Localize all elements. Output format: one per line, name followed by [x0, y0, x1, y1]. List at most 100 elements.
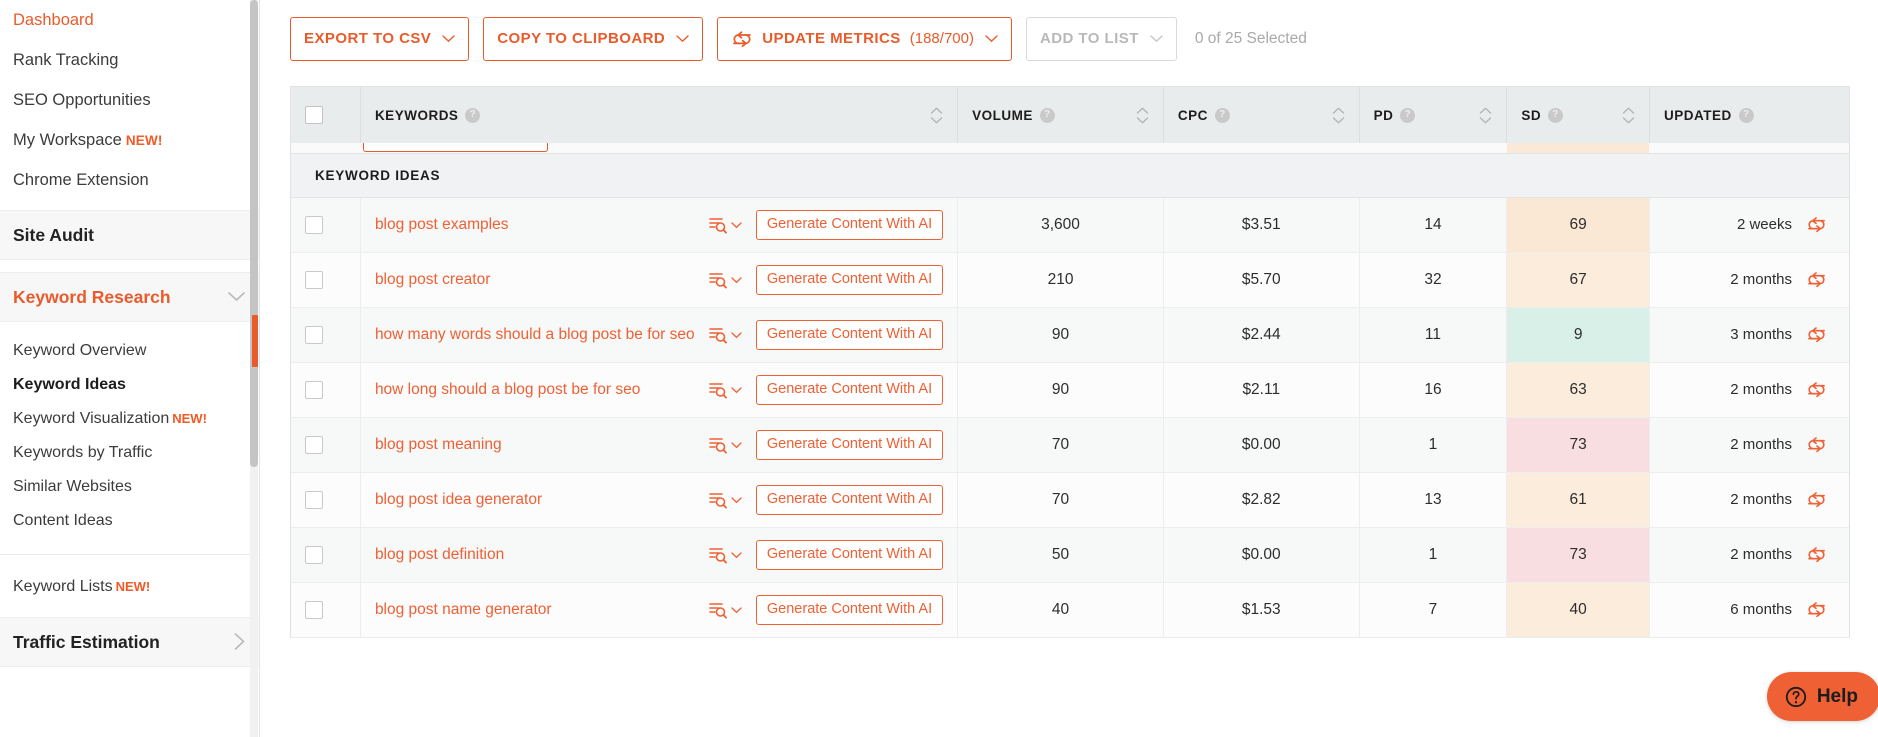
table-row[interactable]: blog post idea generator Generate Conten… — [291, 472, 1849, 528]
serp-analysis-icon[interactable] — [708, 271, 742, 289]
updated-text: 2 months — [1730, 381, 1792, 398]
serp-analysis-icon[interactable] — [708, 436, 742, 454]
column-header-sd[interactable]: SD ? — [1506, 87, 1650, 143]
generate-content-button[interactable] — [363, 143, 549, 152]
refresh-icon[interactable] — [1806, 490, 1827, 509]
copy-to-clipboard-button[interactable]: COPY TO CLIPBOARD — [483, 16, 704, 61]
keyword-link[interactable]: blog post idea generator — [375, 490, 708, 509]
column-label: CPC — [1177, 107, 1208, 123]
sort-toggle[interactable] — [1622, 107, 1635, 124]
chevron-down-icon — [228, 291, 245, 304]
generate-content-button[interactable]: Generate Content With AI — [755, 594, 944, 625]
help-icon[interactable]: ? — [1738, 107, 1754, 123]
table-row[interactable]: blog post meaning Generate Content With … — [291, 417, 1849, 473]
sidebar-item-keyword-lists[interactable]: Keyword Lists NEW! — [0, 569, 259, 605]
pd-cell: 1 — [1359, 527, 1508, 583]
updated-cell: 2 months — [1649, 472, 1849, 528]
help-icon[interactable]: ? — [465, 107, 481, 123]
table-row[interactable]: blog post name generator Generate Conten… — [291, 582, 1849, 638]
keyword-link[interactable]: how many words should a blog post be for… — [375, 325, 708, 344]
table-row[interactable]: how long should a blog post be for seo G… — [291, 362, 1849, 418]
sidebar-item-my-workspace[interactable]: My Workspace NEW! — [0, 120, 259, 160]
help-icon[interactable]: ? — [1400, 107, 1416, 123]
export-to-csv-button[interactable]: EXPORT TO CSV — [290, 16, 470, 61]
serp-analysis-icon[interactable] — [708, 216, 742, 234]
generate-content-button[interactable]: Generate Content With AI — [755, 264, 944, 295]
column-header-keywords[interactable]: KEYWORDS ? — [360, 87, 959, 143]
row-checkbox[interactable] — [305, 215, 323, 234]
column-header-updated[interactable]: UPDATED ? — [1649, 87, 1849, 143]
add-to-list-button[interactable]: ADD TO LIST — [1025, 16, 1177, 61]
row-checkbox[interactable] — [305, 325, 323, 344]
keyword-link[interactable]: blog post creator — [375, 270, 708, 289]
help-icon[interactable]: ? — [1548, 107, 1564, 123]
serp-analysis-icon[interactable] — [708, 601, 742, 619]
sidebar-section-site-audit[interactable]: Site Audit — [0, 210, 259, 260]
sidebar-item-chrome-extension[interactable]: Chrome Extension — [0, 160, 259, 200]
sidebar-item-rank-tracking[interactable]: Rank Tracking — [0, 40, 259, 80]
table-row[interactable]: how many words should a blog post be for… — [291, 307, 1849, 363]
sidebar-section-traffic-estimation[interactable]: Traffic Estimation — [0, 617, 259, 667]
sidebar-item-similar-websites[interactable]: Similar Websites — [0, 470, 259, 504]
row-checkbox[interactable] — [305, 545, 323, 564]
help-icon[interactable]: ? — [1039, 107, 1055, 123]
sort-toggle[interactable] — [930, 107, 943, 124]
refresh-icon[interactable] — [1806, 325, 1827, 344]
refresh-icon[interactable] — [1806, 215, 1827, 234]
sidebar-item-keywords-by-traffic[interactable]: Keywords by Traffic — [0, 436, 259, 470]
serp-analysis-icon[interactable] — [708, 546, 742, 564]
generate-content-button[interactable]: Generate Content With AI — [755, 539, 944, 570]
pd-cell: 16 — [1359, 362, 1508, 418]
sidebar-item-keyword-visualization[interactable]: Keyword Visualization NEW! — [0, 402, 259, 436]
select-all-checkbox[interactable] — [305, 106, 323, 124]
keyword-link[interactable]: blog post name generator — [375, 600, 708, 619]
keyword-link[interactable]: blog post examples — [375, 215, 708, 234]
sidebar-item-keyword-overview[interactable]: Keyword Overview — [0, 334, 259, 368]
generate-content-button[interactable]: Generate Content With AI — [755, 429, 944, 460]
column-header-volume[interactable]: VOLUME ? — [957, 87, 1164, 143]
sidebar-item-content-ideas[interactable]: Content Ideas — [0, 504, 259, 538]
serp-analysis-icon[interactable] — [708, 491, 742, 509]
sidebar-item-keyword-ideas[interactable]: Keyword Ideas — [0, 368, 259, 402]
keyword-link[interactable]: blog post definition — [375, 545, 708, 564]
table-row[interactable]: blog post definition Generate Content Wi… — [291, 527, 1849, 583]
help-button[interactable]: Help — [1766, 672, 1878, 721]
refresh-icon[interactable] — [1806, 545, 1827, 564]
row-checkbox[interactable] — [305, 490, 323, 509]
refresh-icon[interactable] — [1806, 600, 1827, 619]
column-label: SD — [1521, 107, 1542, 123]
sidebar-section-keyword-research[interactable]: Keyword Research — [0, 272, 259, 322]
new-badge: NEW! — [115, 579, 151, 594]
table-row[interactable]: blog post examples Generate Content With… — [291, 197, 1849, 253]
row-checkbox[interactable] — [305, 380, 323, 399]
keyword-link[interactable]: how long should a blog post be for seo — [375, 380, 708, 399]
refresh-icon[interactable] — [1806, 270, 1827, 289]
column-header-cpc[interactable]: CPC ? — [1163, 87, 1360, 143]
row-checkbox[interactable] — [305, 270, 323, 289]
help-icon[interactable]: ? — [1214, 107, 1230, 123]
update-metrics-button[interactable]: UPDATE METRICS (188/700) — [717, 16, 1012, 61]
row-checkbox[interactable] — [305, 600, 323, 619]
column-header-pd[interactable]: PD ? — [1359, 87, 1508, 143]
generate-content-button[interactable]: Generate Content With AI — [755, 319, 944, 350]
serp-analysis-icon[interactable] — [708, 381, 742, 399]
generate-content-button[interactable]: Generate Content With AI — [755, 374, 944, 405]
sidebar-item-dashboard[interactable]: Dashboard — [0, 0, 259, 40]
refresh-icon[interactable] — [1806, 435, 1827, 454]
row-checkbox[interactable] — [305, 435, 323, 454]
sd-cell: 73 — [1506, 417, 1650, 473]
generate-content-button[interactable]: Generate Content With AI — [755, 209, 944, 240]
sort-toggle[interactable] — [1136, 107, 1149, 124]
updated-text: 6 months — [1730, 601, 1792, 618]
sort-toggle[interactable] — [1479, 107, 1492, 124]
refresh-icon[interactable] — [1806, 380, 1827, 399]
serp-analysis-icon[interactable] — [708, 326, 742, 344]
table-row[interactable]: blog post creator Generate Content With … — [291, 252, 1849, 308]
sidebar-scrollbar-thumb[interactable] — [250, 0, 258, 467]
keyword-link[interactable]: blog post meaning — [375, 435, 708, 454]
keyword-cell: blog post meaning Generate Content With … — [360, 417, 959, 473]
updated-cell: 2 weeks — [1649, 197, 1849, 253]
generate-content-button[interactable]: Generate Content With AI — [755, 484, 944, 515]
sort-toggle[interactable] — [1332, 107, 1345, 124]
sidebar-item-seo-opportunities[interactable]: SEO Opportunities — [0, 80, 259, 120]
